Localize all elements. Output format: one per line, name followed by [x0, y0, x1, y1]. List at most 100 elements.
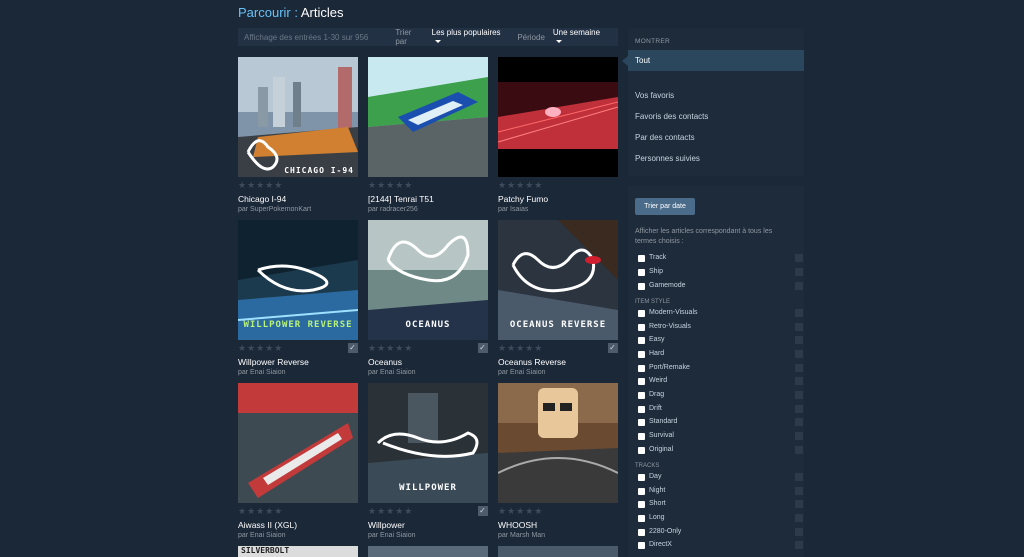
- item-author[interactable]: par Enai Siaion: [238, 532, 358, 539]
- item-author[interactable]: par SuperPokemonKart: [238, 206, 358, 213]
- item-thumbnail[interactable]: [498, 383, 618, 503]
- tag-exclude-icon[interactable]: [795, 282, 803, 290]
- tag-filter[interactable]: Survival: [635, 432, 803, 444]
- item-title[interactable]: WHOOSH: [498, 520, 618, 530]
- item-title[interactable]: Willpower: [368, 520, 488, 530]
- item-card[interactable]: OCEANUS REVERSE ★★★★★ ✓ Oceanus Reverse p…: [498, 220, 618, 376]
- item-thumbnail[interactable]: CHICAGO I-94: [238, 57, 358, 177]
- show-item-friends-favorites[interactable]: Favoris des contacts: [628, 112, 708, 121]
- checkbox[interactable]: [638, 501, 645, 508]
- sort-dropdown[interactable]: Les plus populaires: [432, 28, 506, 46]
- item-card[interactable]: ★★★★★ WHOOSH par Marsh Man: [498, 383, 618, 539]
- tag-exclude-icon[interactable]: [795, 418, 803, 426]
- tag-filter[interactable]: Standard: [635, 418, 803, 430]
- item-card[interactable]: WILLPOWER REVERSE ★★★★★ ✓ Willpower Rever…: [238, 220, 358, 376]
- tag-filter[interactable]: Drift: [635, 405, 803, 417]
- item-thumbnail[interactable]: OCEANUS REVERSE: [498, 220, 618, 340]
- item-thumbnail[interactable]: [368, 57, 488, 177]
- checkbox[interactable]: [638, 337, 645, 344]
- item-card[interactable]: ★★★★★ Aiwass II (XGL) par Enai Siaion: [238, 383, 358, 539]
- tag-filter[interactable]: Night: [635, 487, 803, 499]
- subscribed-check-icon[interactable]: ✓: [478, 343, 488, 353]
- item-card[interactable]: [498, 546, 618, 557]
- checkbox[interactable]: [638, 392, 645, 399]
- item-author[interactable]: par Enai Siaion: [368, 369, 488, 376]
- tag-filter[interactable]: Short: [635, 500, 803, 512]
- checkbox[interactable]: [638, 283, 645, 290]
- item-author[interactable]: par Enai Siaion: [498, 369, 618, 376]
- tag-exclude-icon[interactable]: [795, 309, 803, 317]
- tag-exclude-icon[interactable]: [795, 500, 803, 508]
- sort-by-date-button[interactable]: Trier par date: [635, 198, 695, 215]
- checkbox[interactable]: [638, 255, 645, 262]
- tag-filter[interactable]: Retro-Visuals: [635, 323, 803, 335]
- tag-filter[interactable]: Port/Remake: [635, 364, 803, 376]
- item-card[interactable]: CHICAGO I-94 ★★★★★ Chicago I-94 par Supe…: [238, 57, 358, 213]
- tag-exclude-icon[interactable]: [795, 391, 803, 399]
- item-thumbnail[interactable]: OCEANUS: [368, 220, 488, 340]
- item-title[interactable]: Willpower Reverse: [238, 357, 358, 367]
- checkbox[interactable]: [638, 324, 645, 331]
- tag-filter[interactable]: Long: [635, 514, 803, 526]
- show-item-followed[interactable]: Personnes suivies: [628, 154, 700, 163]
- checkbox[interactable]: [638, 433, 645, 440]
- item-author[interactable]: par radracer256: [368, 206, 488, 213]
- show-item-all[interactable]: Tout: [628, 50, 804, 71]
- checkbox[interactable]: [638, 488, 645, 495]
- tag-exclude-icon[interactable]: [795, 268, 803, 276]
- item-card[interactable]: ★★★★★ Patchy Fumo par Isaias: [498, 57, 618, 213]
- tag-filter[interactable]: DirectX: [635, 541, 803, 553]
- item-author[interactable]: par Isaias: [498, 206, 618, 213]
- item-author[interactable]: par Enai Siaion: [368, 532, 488, 539]
- item-thumbnail[interactable]: [238, 383, 358, 503]
- tag-filter[interactable]: Weird: [635, 377, 803, 389]
- tag-exclude-icon[interactable]: [795, 254, 803, 262]
- tag-filter[interactable]: Drag: [635, 391, 803, 403]
- tag-exclude-icon[interactable]: [795, 336, 803, 344]
- breadcrumb-browse-link[interactable]: Parcourir: [238, 5, 291, 20]
- item-title[interactable]: Aiwass II (XGL): [238, 520, 358, 530]
- item-card[interactable]: ★★★★★ [2144] Tenrai T51 par radracer256: [368, 57, 488, 213]
- tag-filter-track[interactable]: Track: [635, 254, 803, 266]
- checkbox[interactable]: [638, 269, 645, 276]
- checkbox[interactable]: [638, 474, 645, 481]
- tag-exclude-icon[interactable]: [795, 446, 803, 454]
- subscribed-check-icon[interactable]: ✓: [478, 506, 488, 516]
- item-thumbnail[interactable]: [498, 57, 618, 177]
- checkbox[interactable]: [638, 515, 645, 522]
- item-title[interactable]: Patchy Fumo: [498, 194, 618, 204]
- checkbox[interactable]: [638, 406, 645, 413]
- item-title[interactable]: Oceanus Reverse: [498, 357, 618, 367]
- subscribed-check-icon[interactable]: ✓: [348, 343, 358, 353]
- checkbox[interactable]: [638, 310, 645, 317]
- item-thumbnail[interactable]: WILLPOWER REVERSE: [238, 220, 358, 340]
- tag-exclude-icon[interactable]: [795, 377, 803, 385]
- item-card[interactable]: WILLPOWER ★★★★★ ✓ Willpower par Enai Siai…: [368, 383, 488, 539]
- item-title[interactable]: Chicago I-94: [238, 194, 358, 204]
- item-thumbnail[interactable]: WILLPOWER: [368, 383, 488, 503]
- tag-exclude-icon[interactable]: [795, 350, 803, 358]
- item-author[interactable]: par Enai Siaion: [238, 369, 358, 376]
- tag-filter[interactable]: Modern-Visuals: [635, 309, 803, 321]
- tag-filter[interactable]: Easy: [635, 336, 803, 348]
- tag-exclude-icon[interactable]: [795, 541, 803, 549]
- checkbox[interactable]: [638, 378, 645, 385]
- tag-exclude-icon[interactable]: [795, 364, 803, 372]
- tag-exclude-icon[interactable]: [795, 487, 803, 495]
- show-item-your-favorites[interactable]: Vos favoris: [628, 91, 674, 100]
- checkbox[interactable]: [638, 351, 645, 358]
- tag-exclude-icon[interactable]: [795, 432, 803, 440]
- item-card[interactable]: [368, 546, 488, 557]
- tag-exclude-icon[interactable]: [795, 528, 803, 536]
- checkbox[interactable]: [638, 529, 645, 536]
- tag-exclude-icon[interactable]: [795, 514, 803, 522]
- show-item-by-friends[interactable]: Par des contacts: [628, 133, 695, 142]
- tag-exclude-icon[interactable]: [795, 405, 803, 413]
- item-title[interactable]: [2144] Tenrai T51: [368, 194, 488, 204]
- checkbox[interactable]: [638, 419, 645, 426]
- item-thumbnail[interactable]: SILVERBOLT: [238, 546, 358, 557]
- item-author[interactable]: par Marsh Man: [498, 532, 618, 539]
- item-title[interactable]: Oceanus: [368, 357, 488, 367]
- item-card[interactable]: OCEANUS ★★★★★ ✓ Oceanus par Enai Siaion: [368, 220, 488, 376]
- tag-exclude-icon[interactable]: [795, 323, 803, 331]
